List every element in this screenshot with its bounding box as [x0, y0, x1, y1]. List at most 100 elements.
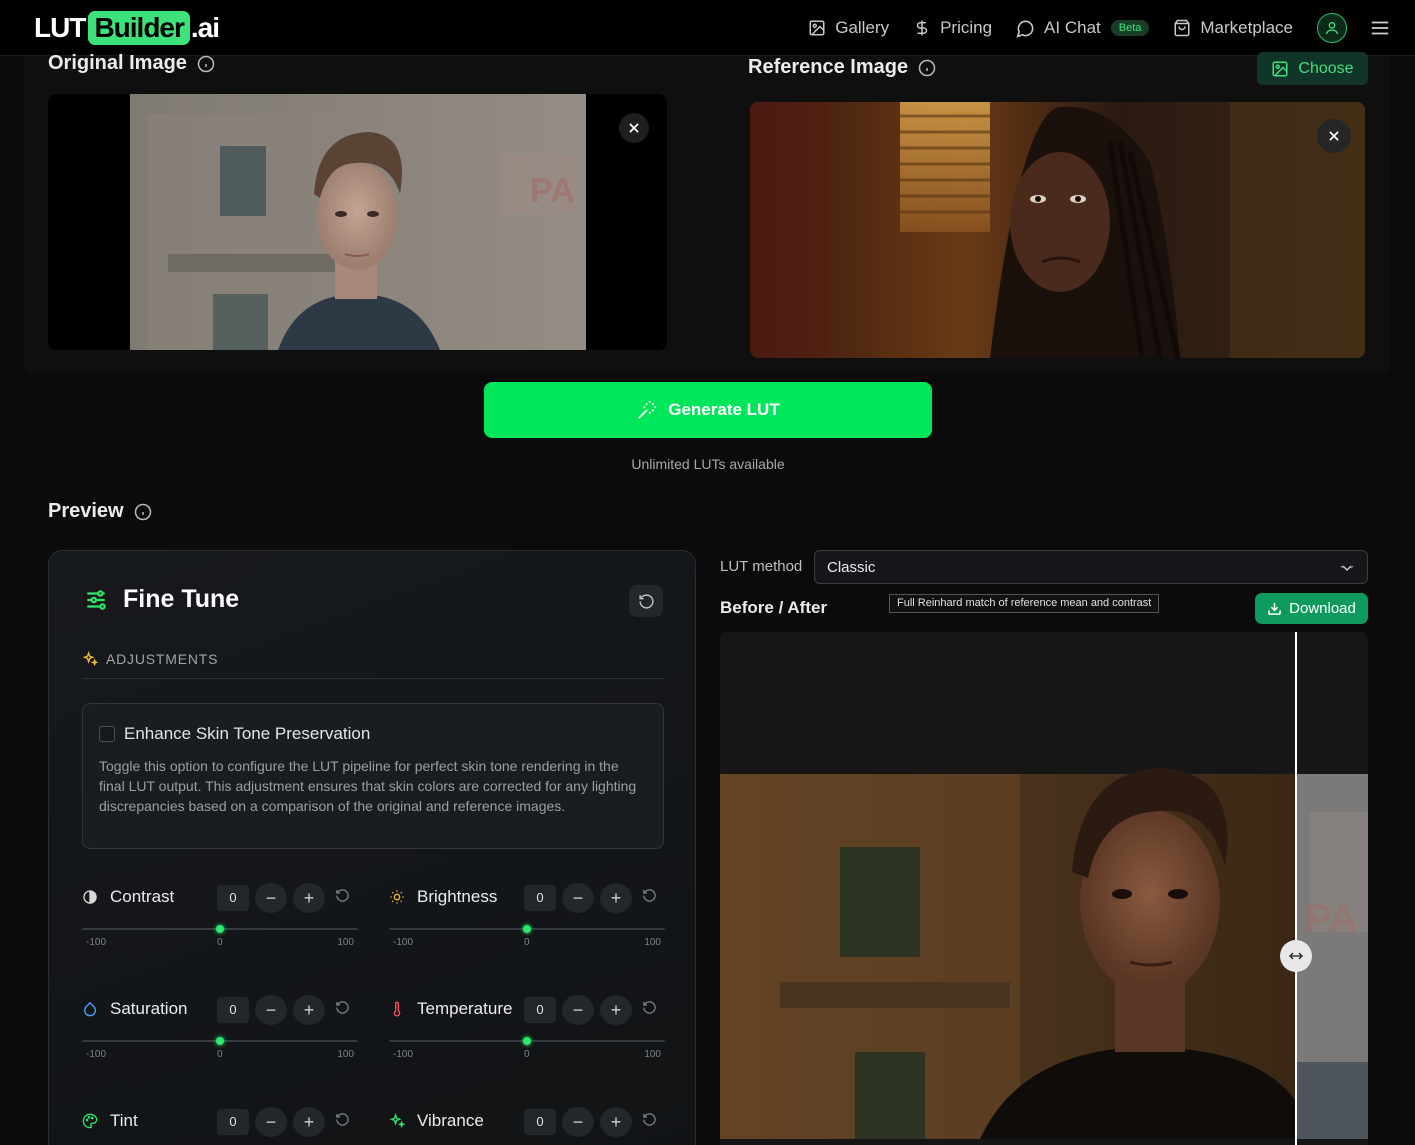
fine-tune-panel: Fine Tune ADJUSTMENTS Enhance Skin Tone …: [48, 550, 696, 1145]
sparkle-icon: [82, 651, 98, 667]
saturation-slider[interactable]: [82, 1037, 358, 1045]
info-icon[interactable]: [197, 55, 215, 73]
nav-gallery-label: Gallery: [835, 18, 890, 37]
nav-marketplace[interactable]: Marketplace: [1173, 18, 1293, 38]
nav-marketplace-label: Marketplace: [1200, 18, 1293, 37]
reset-all-button[interactable]: [629, 585, 663, 617]
saturation-name: Saturation: [110, 999, 188, 1018]
tint-label: Tint: [82, 1107, 138, 1135]
contrast-name: Contrast: [110, 887, 175, 906]
before-after-preview[interactable]: PA: [720, 632, 1368, 1145]
brightness-reset-button[interactable]: [642, 888, 657, 903]
preview-image: PA: [720, 768, 1368, 1139]
image-icon: [809, 20, 825, 36]
before-after-handle[interactable]: [1280, 940, 1312, 972]
hamburger-menu-button[interactable]: [1369, 17, 1391, 39]
original-image: PA: [130, 94, 586, 350]
info-icon[interactable]: [918, 59, 936, 77]
skin-tone-label: Enhance Skin Tone Preservation: [124, 724, 371, 743]
thermometer-icon: [393, 1001, 401, 1017]
saturation-value[interactable]: 0: [217, 997, 249, 1023]
temperature-increase-button[interactable]: +: [600, 995, 632, 1025]
contrast-reset-button[interactable]: [335, 888, 350, 903]
saturation-increase-button[interactable]: +: [293, 995, 325, 1025]
before-after-divider[interactable]: [1295, 632, 1297, 1145]
nav-ai-chat-label: AI Chat: [1044, 18, 1101, 37]
temperature-label: Temperature: [389, 995, 512, 1023]
tint-reset-button[interactable]: [335, 1112, 350, 1127]
preview-label: Preview: [48, 500, 124, 522]
tick-mid: 0: [217, 937, 223, 948]
nav-gallery[interactable]: Gallery: [808, 18, 889, 38]
top-nav: LUT Builder .ai Gallery Pricing AI Chat …: [0, 0, 1415, 56]
reference-image-label: Reference Image: [748, 56, 909, 78]
brightness-control: Brightness 0 − + -100 0 100: [389, 883, 665, 967]
vibrance-decrease-button[interactable]: −: [562, 1107, 594, 1137]
saturation-ticks: -100 0 100: [82, 1049, 358, 1061]
temperature-decrease-button[interactable]: −: [562, 995, 594, 1025]
original-image-container[interactable]: PA: [48, 94, 667, 350]
nav-pricing[interactable]: Pricing: [913, 18, 992, 38]
vibrance-value[interactable]: 0: [524, 1109, 556, 1135]
brightness-slider[interactable]: [389, 925, 665, 933]
skin-tone-toggle[interactable]: Enhance Skin Tone Preservation: [99, 724, 647, 744]
brightness-increase-button[interactable]: +: [600, 883, 632, 913]
svg-text:PA: PA: [1305, 897, 1358, 941]
dollar-icon: [916, 20, 928, 36]
tint-decrease-button[interactable]: −: [255, 1107, 287, 1137]
vibrance-control: Vibrance 0 − +: [389, 1107, 665, 1145]
brightness-decrease-button[interactable]: −: [562, 883, 594, 913]
download-button[interactable]: Download: [1255, 593, 1368, 624]
chevron-down-icon: [1340, 565, 1354, 571]
lut-method-tooltip: Full Reinhard match of reference mean an…: [889, 594, 1160, 613]
info-icon[interactable]: [134, 503, 152, 521]
adjustments-heading: ADJUSTMENTS: [82, 651, 664, 679]
reference-image-container[interactable]: [750, 102, 1365, 358]
contrast-increase-button[interactable]: +: [293, 883, 325, 913]
brightness-slider-thumb[interactable]: [523, 925, 531, 933]
skin-tone-checkbox[interactable]: [99, 726, 115, 742]
close-icon: [1329, 131, 1339, 141]
temperature-reset-button[interactable]: [642, 1000, 657, 1015]
lut-method-select[interactable]: Classic: [814, 550, 1368, 584]
lut-quota-note: Unlimited LUTs available: [631, 456, 785, 472]
tint-value[interactable]: 0: [217, 1109, 249, 1135]
reset-icon: [638, 593, 654, 609]
nav-pricing-label: Pricing: [940, 18, 993, 37]
image-icon: [1272, 61, 1288, 76]
contrast-slider-thumb[interactable]: [216, 925, 224, 933]
tick-min: -100: [86, 1049, 107, 1060]
saturation-control: Saturation 0 − + -100 0 100: [82, 995, 358, 1079]
skin-tone-option: Enhance Skin Tone Preservation Toggle th…: [82, 703, 664, 849]
sliders-icon: [87, 589, 106, 610]
tint-increase-button[interactable]: +: [293, 1107, 325, 1137]
reset-icon: [643, 1113, 656, 1126]
saturation-reset-button[interactable]: [335, 1000, 350, 1015]
temperature-slider-thumb[interactable]: [523, 1037, 531, 1045]
temperature-slider[interactable]: [389, 1037, 665, 1045]
sun-icon: [390, 890, 404, 904]
saturation-decrease-button[interactable]: −: [255, 995, 287, 1025]
contrast-slider[interactable]: [82, 925, 358, 933]
vibrance-reset-button[interactable]: [642, 1112, 657, 1127]
chat-icon: [1016, 20, 1034, 38]
arrows-horizontal-icon: [1288, 952, 1304, 960]
contrast-decrease-button[interactable]: −: [255, 883, 287, 913]
remove-original-button[interactable]: [619, 113, 649, 143]
choose-reference-button[interactable]: Choose: [1257, 52, 1368, 85]
remove-reference-button[interactable]: [1317, 119, 1351, 153]
brightness-value[interactable]: 0: [524, 885, 556, 911]
temperature-value[interactable]: 0: [524, 997, 556, 1023]
tick-max: 100: [644, 1049, 661, 1060]
logo[interactable]: LUT Builder .ai: [34, 10, 220, 46]
vibrance-increase-button[interactable]: +: [600, 1107, 632, 1137]
tick-max: 100: [644, 937, 661, 948]
original-image-label: Original Image: [48, 52, 187, 74]
user-avatar[interactable]: [1317, 13, 1347, 43]
generate-lut-button[interactable]: Generate LUT: [484, 382, 932, 438]
nav-ai-chat[interactable]: AI Chat Beta: [1016, 18, 1150, 38]
contrast-value[interactable]: 0: [217, 885, 249, 911]
shopping-bag-icon: [1174, 19, 1190, 37]
nav-links: Gallery Pricing AI Chat Beta Marketplace: [808, 0, 1415, 56]
saturation-slider-thumb[interactable]: [216, 1037, 224, 1045]
